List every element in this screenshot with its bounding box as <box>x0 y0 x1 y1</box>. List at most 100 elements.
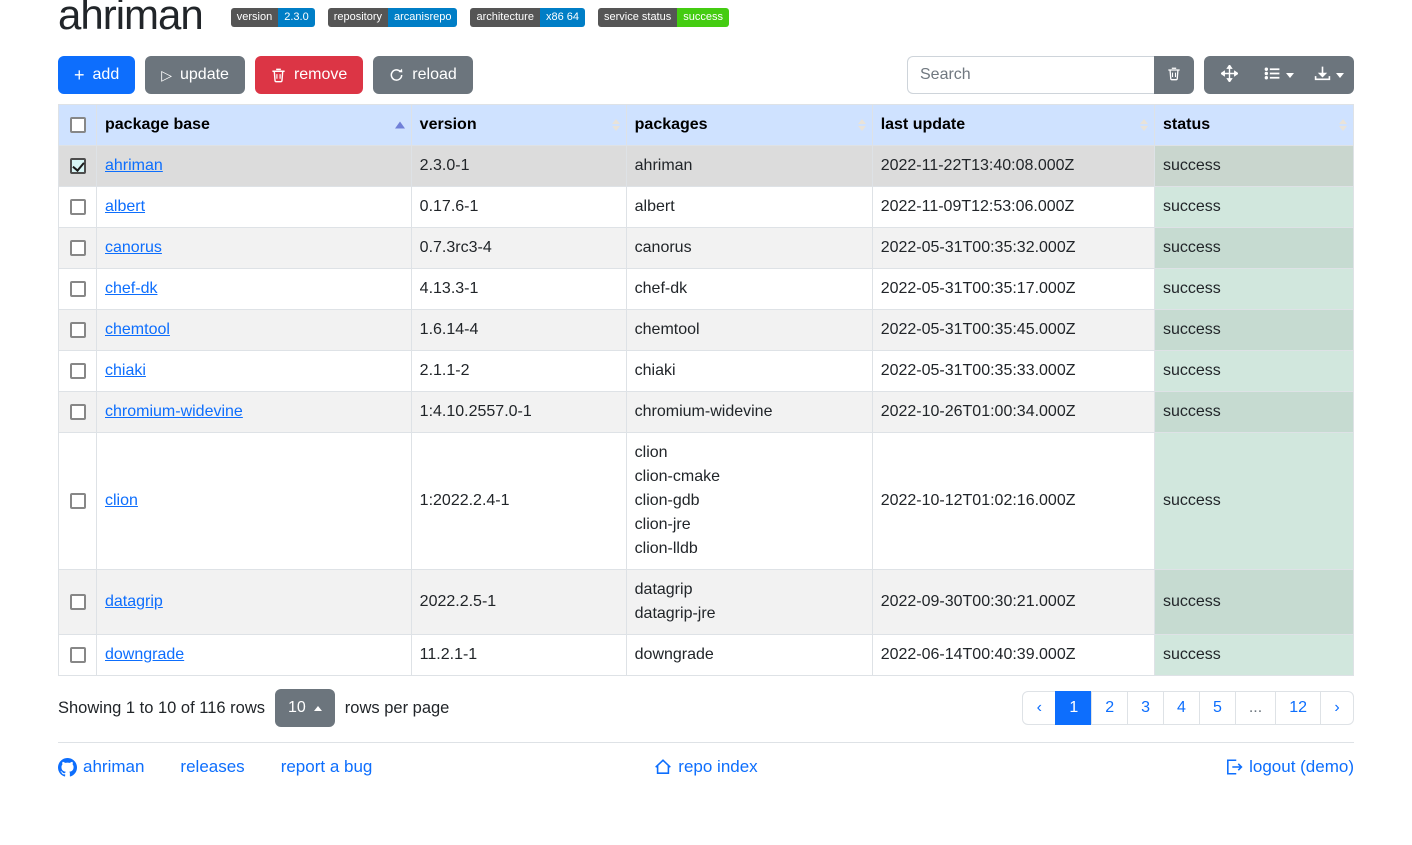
releases-link[interactable]: releases <box>180 757 244 777</box>
page-4-link[interactable]: 4 <box>1163 691 1200 725</box>
package-base-cell: downgrade <box>97 635 412 676</box>
checkbox-cell <box>59 433 97 570</box>
package-name: clion-cmake <box>635 465 864 489</box>
search-group <box>907 56 1194 94</box>
package-link[interactable]: downgrade <box>105 646 184 663</box>
badge-label: repository <box>328 8 388 27</box>
row-checkbox[interactable] <box>70 594 86 610</box>
page-next-link[interactable]: › <box>1320 691 1354 725</box>
row-checkbox[interactable] <box>70 404 86 420</box>
version-cell: 2.1.1-2 <box>411 351 626 392</box>
footer-center: repo index <box>490 757 922 777</box>
package-link[interactable]: chromium-widevine <box>105 403 243 420</box>
column-header-last-update[interactable]: last update <box>872 105 1154 146</box>
table-row[interactable]: datagrip2022.2.5-1datagripdatagrip-jre20… <box>59 570 1354 635</box>
badge-label: architecture <box>470 8 539 27</box>
logout-link[interactable]: logout (demo) <box>1225 757 1354 777</box>
github-link[interactable]: ahriman <box>58 757 144 777</box>
table-row[interactable]: downgrade11.2.1-1downgrade2022-06-14T00:… <box>59 635 1354 676</box>
fullscreen-button[interactable] <box>1204 56 1254 94</box>
row-checkbox[interactable] <box>70 240 86 256</box>
column-header-label: status <box>1163 116 1210 133</box>
page-size-value: 10 <box>288 699 306 717</box>
package-link[interactable]: chemtool <box>105 321 170 338</box>
package-link[interactable]: canorus <box>105 239 162 256</box>
table-row[interactable]: chiaki2.1.1-2chiaki2022-05-31T00:35:33.0… <box>59 351 1354 392</box>
column-header-label: packages <box>635 116 708 133</box>
page-1: 1 <box>1056 691 1092 725</box>
page-12-link[interactable]: 12 <box>1275 691 1321 725</box>
status-cell: success <box>1154 310 1353 351</box>
page-1-link[interactable]: 1 <box>1055 691 1092 725</box>
row-checkbox[interactable] <box>70 322 86 338</box>
package-link[interactable]: chiaki <box>105 362 146 379</box>
reload-button[interactable]: reload <box>373 56 472 94</box>
sort-icon <box>858 119 866 131</box>
page-2-link[interactable]: 2 <box>1091 691 1128 725</box>
page-next: › <box>1321 691 1354 725</box>
row-checkbox[interactable] <box>70 281 86 297</box>
reload-button-label: reload <box>412 66 456 84</box>
page-5-link[interactable]: 5 <box>1199 691 1236 725</box>
search-input[interactable] <box>907 56 1154 94</box>
page-size-dropdown[interactable]: 10 <box>275 689 335 727</box>
table-row[interactable]: albert0.17.6-1albert2022-11-09T12:53:06.… <box>59 187 1354 228</box>
package-link[interactable]: clion <box>105 492 138 509</box>
package-name: chiaki <box>635 359 864 383</box>
arrows-move-icon <box>1221 65 1238 85</box>
checkbox-cell <box>59 146 97 187</box>
package-link[interactable]: chef-dk <box>105 280 157 297</box>
packages-cell: chemtool <box>626 310 872 351</box>
checkbox-cell <box>59 187 97 228</box>
table-row[interactable]: canorus0.7.3rc3-4canorus2022-05-31T00:35… <box>59 228 1354 269</box>
packages-cell: ahriman <box>626 146 872 187</box>
page-4: 4 <box>1164 691 1200 725</box>
repo-index-link[interactable]: repo index <box>654 757 757 777</box>
columns-toggle-button[interactable] <box>1254 56 1304 94</box>
packages-cell: chef-dk <box>626 269 872 310</box>
package-base-cell: chemtool <box>97 310 412 351</box>
table-row[interactable]: clion1:2022.2.4-1clionclion-cmakeclion-g… <box>59 433 1354 570</box>
column-header-packages[interactable]: packages <box>626 105 872 146</box>
table-row[interactable]: chromium-widevine1:4.10.2557.0-1chromium… <box>59 392 1354 433</box>
select-all-checkbox[interactable] <box>70 117 86 133</box>
row-checkbox[interactable] <box>70 363 86 379</box>
report-bug-link[interactable]: report a bug <box>281 757 373 777</box>
add-button[interactable]: + add <box>58 56 135 94</box>
remove-button[interactable]: remove <box>255 56 363 94</box>
column-header-status[interactable]: status <box>1154 105 1353 146</box>
chevron-down-icon <box>1336 73 1344 78</box>
table-row[interactable]: chemtool1.6.14-4chemtool2022-05-31T00:35… <box>59 310 1354 351</box>
column-header-package-base[interactable]: package base <box>97 105 412 146</box>
row-checkbox[interactable] <box>70 158 86 174</box>
export-button[interactable] <box>1304 56 1354 94</box>
footer: ahriman releases report a bug repo index <box>58 757 1354 817</box>
update-button[interactable]: ▷ update <box>145 56 245 94</box>
package-base-cell: canorus <box>97 228 412 269</box>
github-link-label: ahriman <box>83 757 144 777</box>
table-row[interactable]: ahriman2.3.0-1ahriman2022-11-22T13:40:08… <box>59 146 1354 187</box>
clear-search-button[interactable] <box>1154 56 1194 94</box>
select-all-header <box>59 105 97 146</box>
table-tools-group <box>1204 56 1354 94</box>
row-checkbox[interactable] <box>70 199 86 215</box>
row-checkbox[interactable] <box>70 647 86 663</box>
package-name: canorus <box>635 236 864 260</box>
last-update-cell: 2022-11-09T12:53:06.000Z <box>872 187 1154 228</box>
badge-label: service status <box>598 8 677 27</box>
badge-value: 2.3.0 <box>278 8 314 27</box>
package-link[interactable]: datagrip <box>105 593 163 610</box>
page-prev-link[interactable]: ‹ <box>1022 691 1056 725</box>
update-button-label: update <box>180 66 229 84</box>
page-3-link[interactable]: 3 <box>1127 691 1164 725</box>
toolbar-actions: + add ▷ update remove <box>58 56 473 94</box>
column-header-label: last update <box>881 116 965 133</box>
column-header-version[interactable]: version <box>411 105 626 146</box>
package-link[interactable]: ahriman <box>105 157 163 174</box>
package-link[interactable]: albert <box>105 198 145 215</box>
table-row[interactable]: chef-dk4.13.3-1chef-dk2022-05-31T00:35:1… <box>59 269 1354 310</box>
pagination-bar: Showing 1 to 10 of 116 rows 10 rows per … <box>58 689 1354 727</box>
status-cell: success <box>1154 187 1353 228</box>
row-checkbox[interactable] <box>70 493 86 509</box>
status-cell: success <box>1154 635 1353 676</box>
